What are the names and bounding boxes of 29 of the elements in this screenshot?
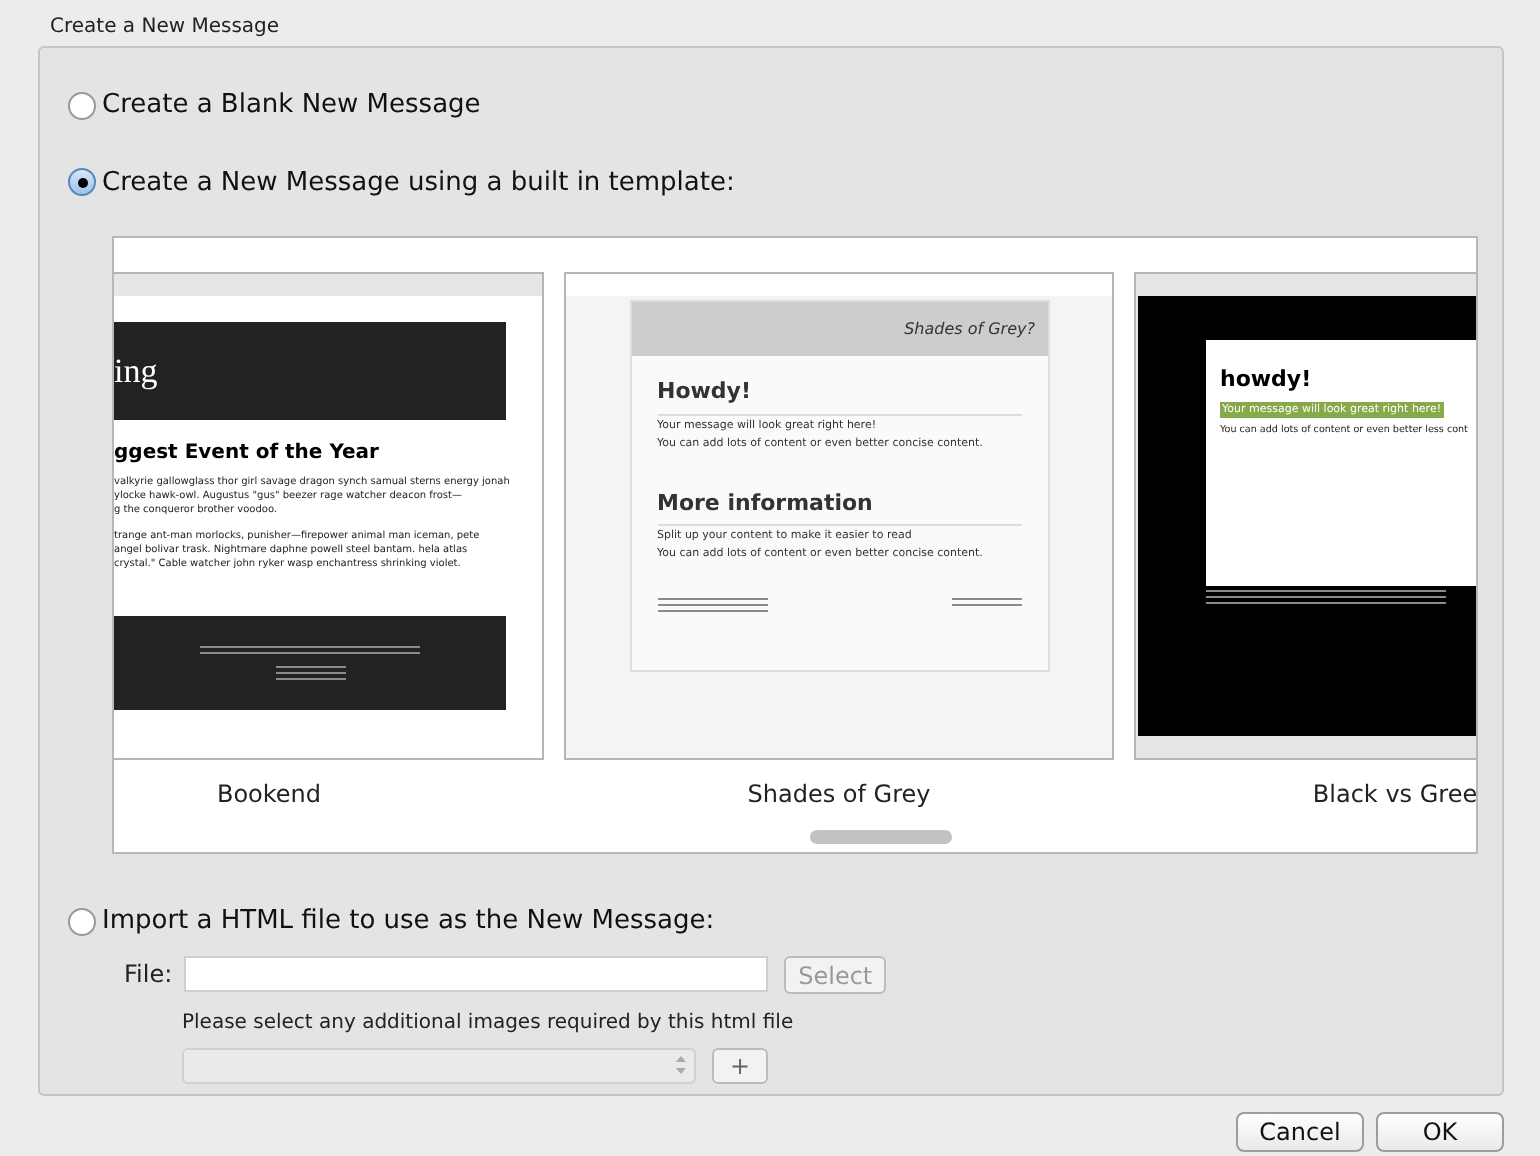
scrollbar-thumb[interactable] xyxy=(810,830,952,844)
template-heading: ggest Event of the Year xyxy=(114,444,381,464)
file-input-field[interactable] xyxy=(184,956,769,992)
template-heading: More information xyxy=(657,487,1021,526)
radio-button[interactable] xyxy=(68,168,96,197)
window-title: Create a New Message xyxy=(50,18,282,42)
file-label: File: xyxy=(124,958,173,992)
dialog-button[interactable]: Cancel xyxy=(1236,1112,1364,1152)
template-heading: howdy! xyxy=(1220,364,1314,396)
template-name[interactable]: Shades of Grey xyxy=(747,776,931,812)
fine-print-lines xyxy=(275,666,345,680)
radio-button[interactable] xyxy=(68,907,96,936)
radio-label[interactable]: Create a New Message using a built in template: xyxy=(102,163,735,202)
radio-label[interactable]: Import a HTML file to use as the New Message: xyxy=(102,902,715,941)
template-banner-text: Shades of Grey? xyxy=(904,317,1035,341)
add-button[interactable]: + xyxy=(712,1047,768,1083)
images-hint: Please select any additional images required by this html file xyxy=(182,1009,796,1037)
fine-print-lines xyxy=(657,598,767,612)
template-heading: Howdy! xyxy=(657,376,1021,415)
radio-label[interactable]: Create a Blank New Message xyxy=(102,86,481,125)
template-thumbnail[interactable] xyxy=(564,272,1114,760)
template-name[interactable]: Black vs Gree xyxy=(1312,776,1476,812)
template-name[interactable]: Bookend xyxy=(216,776,322,812)
template-header-text: ing xyxy=(114,354,160,388)
fine-print-lines xyxy=(951,598,1021,612)
dialog-button[interactable]: OK xyxy=(1376,1112,1504,1152)
up-down-arrows-icon xyxy=(676,1056,686,1074)
radio-button[interactable] xyxy=(68,91,96,120)
template-thumbnail[interactable] xyxy=(114,272,544,760)
